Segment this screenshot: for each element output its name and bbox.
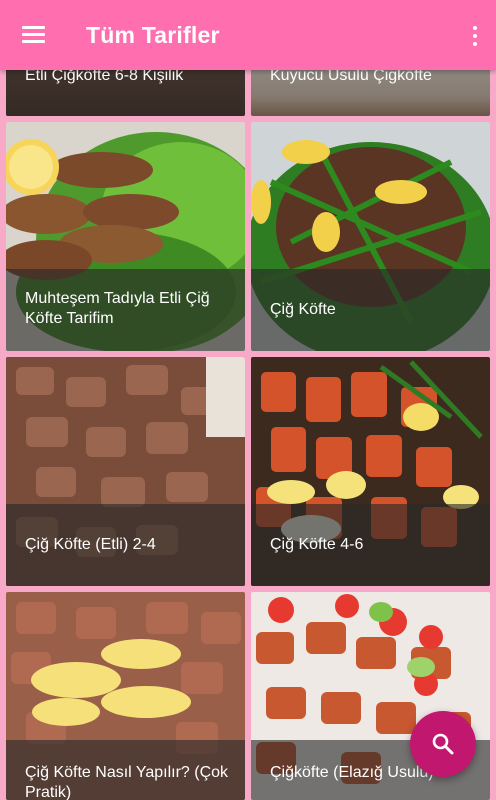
recipe-grid: Etli Çiğköfte 6-8 Kişilik Kuyucu Usulü Ç… xyxy=(0,0,496,800)
search-fab[interactable] xyxy=(410,711,476,777)
hamburger-menu-icon[interactable] xyxy=(14,20,52,52)
recipe-title: Çiğ Köfte (Etli) 2-4 xyxy=(25,536,156,553)
recipe-card[interactable]: Çiğ Köfte (Etli) 2-4 xyxy=(6,357,245,586)
recipe-card[interactable]: Çiğ Köfte 4-6 xyxy=(251,357,490,586)
recipe-card[interactable]: Çiğ Köfte xyxy=(251,122,490,351)
app-bar: Tüm Tarifler xyxy=(0,0,496,70)
recipe-title: Muhteşem Tadıyla Etli Çiğ Köfte Tarifim xyxy=(25,290,210,327)
recipe-title: Çiğ Köfte 4-6 xyxy=(270,536,364,553)
recipe-card[interactable]: Çiğ Köfte Nasıl Yapılır? (Çok Pratik) xyxy=(6,592,245,800)
recipe-card[interactable]: Muhteşem Tadıyla Etli Çiğ Köfte Tarifim xyxy=(6,122,245,351)
more-vert-icon[interactable] xyxy=(470,24,480,48)
recipe-title: Çiğ Köfte xyxy=(270,301,336,318)
search-icon xyxy=(432,733,454,755)
recipe-title: Çiğ Köfte Nasıl Yapılır? (Çok Pratik) xyxy=(25,764,229,800)
page-title: Tüm Tarifler xyxy=(86,22,220,48)
